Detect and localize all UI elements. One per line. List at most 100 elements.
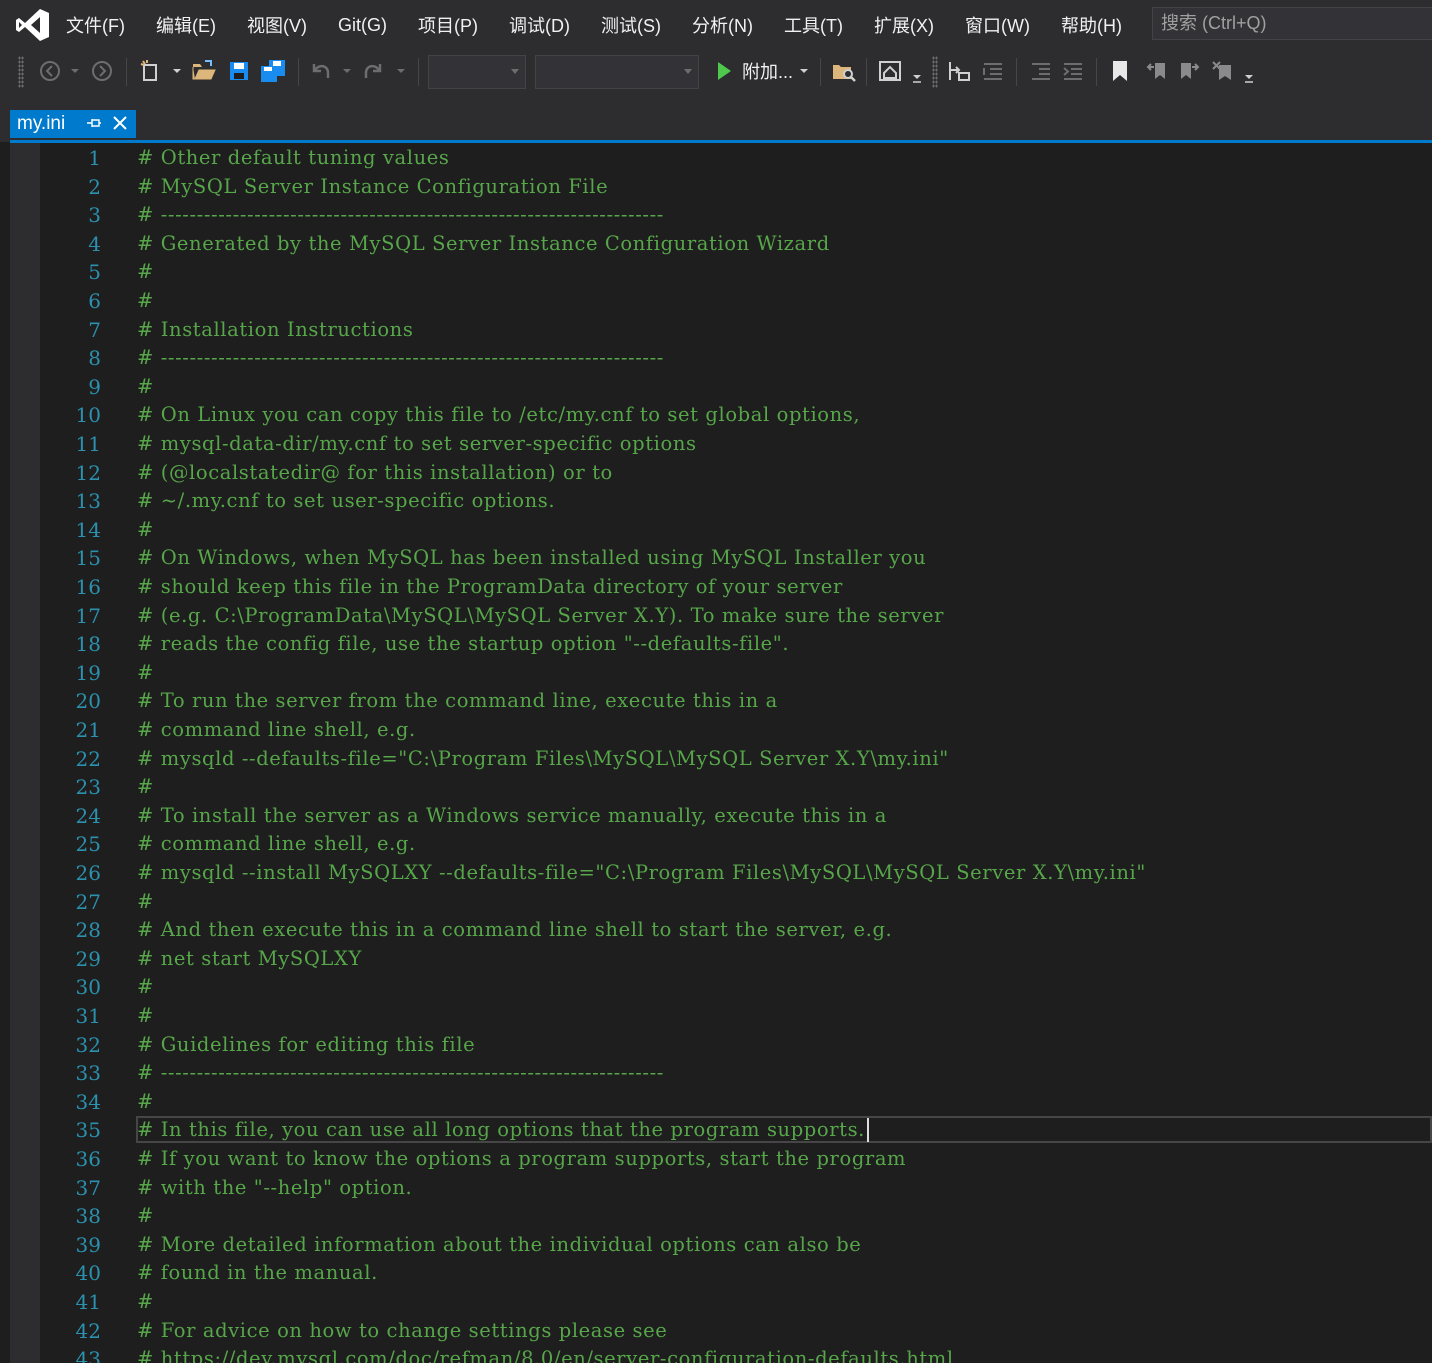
code-line[interactable]: 39 # More detailed information about the … — [10, 1231, 1432, 1260]
code-line[interactable]: 34 # — [10, 1088, 1432, 1117]
search-box[interactable] — [1152, 7, 1432, 40]
menu-item[interactable]: 编辑(E) — [140, 12, 231, 38]
code-text: # command line shell, e.g. — [137, 718, 416, 741]
attach-dropdown-icon[interactable] — [796, 58, 812, 84]
code-line[interactable]: 25 # command line shell, e.g. — [10, 830, 1432, 859]
code-line[interactable]: 12 # (@localstatedir@ for this installati… — [10, 459, 1432, 488]
menu-item[interactable]: 项目(P) — [402, 12, 493, 38]
code-line[interactable]: 19 # — [10, 659, 1432, 688]
line-number: 12 — [75, 460, 101, 485]
save-all-icon[interactable] — [258, 58, 288, 84]
bookmark-icon[interactable] — [1108, 58, 1132, 84]
line-number: 3 — [88, 203, 101, 228]
code-line[interactable]: 31 # — [10, 1002, 1432, 1031]
code-line[interactable]: 32 # Guidelines for editing this file — [10, 1031, 1432, 1060]
solution-explorer-icon[interactable] — [876, 58, 906, 84]
solution-platforms-dropdown[interactable] — [535, 55, 699, 89]
menu-item[interactable]: 帮助(H) — [1045, 12, 1137, 38]
menu-item[interactable]: 视图(V) — [231, 12, 322, 38]
customize-toolbar-icon[interactable] — [910, 64, 924, 90]
code-line[interactable]: 14 # — [10, 516, 1432, 545]
back-icon[interactable] — [38, 58, 62, 84]
code-editor[interactable]: 1 # Other default tuning values 2 # MySQL S… — [10, 143, 1432, 1363]
code-line[interactable]: 28 # And then execute this in a command l… — [10, 916, 1432, 945]
menu-item[interactable]: 扩展(X) — [858, 12, 949, 38]
code-line[interactable]: 1 # Other default tuning values — [10, 144, 1432, 173]
code-line[interactable]: 24 # To install the server as a Windows s… — [10, 802, 1432, 831]
solution-configurations-dropdown[interactable] — [428, 55, 526, 89]
menu-item[interactable]: 测试(S) — [585, 12, 676, 38]
code-line[interactable]: 9 # — [10, 373, 1432, 402]
menu-item[interactable]: 文件(F) — [50, 12, 140, 38]
code-text: # Other default tuning values — [137, 146, 450, 169]
code-line[interactable]: 2 # MySQL Server Instance Configuration F… — [10, 173, 1432, 202]
code-line[interactable]: 21 # command line shell, e.g. — [10, 716, 1432, 745]
prev-bookmark-icon[interactable] — [1144, 58, 1170, 84]
code-line[interactable]: 8 # -------------------------------------… — [10, 344, 1432, 373]
code-line[interactable]: 27 # — [10, 888, 1432, 917]
code-line[interactable]: 13 # ~/.my.cnf to set user-specific optio… — [10, 487, 1432, 516]
code-line[interactable]: 11 # mysql-data-dir/my.cnf to set server-… — [10, 430, 1432, 459]
menu-item[interactable]: 分析(N) — [676, 12, 768, 38]
next-bookmark-icon[interactable] — [1176, 58, 1202, 84]
code-line[interactable]: 26 # mysqld --install MySQLXY --defaults-… — [10, 859, 1432, 888]
redo-dropdown-icon[interactable] — [394, 58, 408, 84]
visual-studio-logo-icon[interactable] — [14, 8, 50, 42]
undo-icon[interactable] — [306, 58, 334, 84]
code-line[interactable]: 20 # To run the server from the command l… — [10, 687, 1432, 716]
code-text: # net start MySQLXY — [137, 946, 362, 970]
code-line[interactable]: 23 # — [10, 773, 1432, 802]
code-line[interactable]: 29 # net start MySQLXY — [10, 945, 1432, 974]
code-line[interactable]: 30 # — [10, 973, 1432, 1002]
find-in-files-icon[interactable] — [830, 58, 858, 84]
menu-item[interactable]: Git(G) — [322, 15, 402, 36]
pin-icon[interactable] — [86, 116, 102, 135]
tab-my-ini[interactable]: my.ini — [10, 110, 136, 138]
code-text: # --------------------------------------… — [137, 1061, 664, 1085]
clear-bookmarks-icon[interactable] — [1210, 58, 1236, 84]
forward-icon[interactable] — [90, 58, 114, 84]
code-line[interactable]: 37 # with the "--help" option. — [10, 1174, 1432, 1203]
code-line[interactable]: 38 # — [10, 1202, 1432, 1231]
code-line[interactable]: 7 # Installation Instructions — [10, 316, 1432, 345]
step-into-icon[interactable] — [946, 58, 972, 84]
code-line[interactable]: 35 # In this file, you can use all long o… — [10, 1116, 1432, 1145]
new-project-dropdown-icon[interactable] — [170, 58, 184, 84]
code-line[interactable]: 42 # For advice on how to change settings… — [10, 1317, 1432, 1346]
start-debug-icon[interactable] — [712, 58, 736, 84]
toolbar-grip[interactable] — [932, 56, 938, 88]
toolbar-overflow-icon[interactable] — [1242, 64, 1256, 90]
code-line[interactable]: 33 # ------------------------------------… — [10, 1059, 1432, 1088]
toolbar-grip[interactable] — [18, 56, 24, 88]
comment-block-icon[interactable] — [980, 58, 1006, 84]
code-line[interactable]: 40 # found in the manual. — [10, 1259, 1432, 1288]
code-line[interactable]: 10 # On Linux you can copy this file to /… — [10, 401, 1432, 430]
open-file-icon[interactable] — [190, 58, 218, 84]
menu-items: 文件(F) 编辑(E) 视图(V) Git(G) 项目(P) 调试(D) 测试(S) 分析(N… — [50, 0, 1137, 50]
code-line[interactable]: 6 # — [10, 287, 1432, 316]
code-line[interactable]: 22 # mysqld --defaults-file="C:\Program F… — [10, 745, 1432, 774]
code-line[interactable]: 3 # -------------------------------------… — [10, 201, 1432, 230]
search-input[interactable] — [1153, 8, 1432, 39]
code-line[interactable]: 36 # If you want to know the options a pr… — [10, 1145, 1432, 1174]
code-line[interactable]: 4 # Generated by the MySQL Server Instanc… — [10, 230, 1432, 259]
save-icon[interactable] — [226, 58, 252, 84]
menu-item[interactable]: 工具(T) — [768, 12, 858, 38]
menu-item[interactable]: 调试(D) — [493, 12, 585, 38]
attach-button[interactable]: 附加... — [742, 58, 793, 84]
outdent-icon[interactable] — [1060, 58, 1086, 84]
back-dropdown-icon[interactable] — [68, 58, 82, 84]
indent-icon[interactable] — [1028, 58, 1054, 84]
new-project-icon[interactable] — [138, 58, 164, 84]
redo-icon[interactable] — [360, 58, 388, 84]
undo-dropdown-icon[interactable] — [340, 58, 354, 84]
code-line[interactable]: 18 # reads the config file, use the start… — [10, 630, 1432, 659]
code-line[interactable]: 41 # — [10, 1288, 1432, 1317]
code-line[interactable]: 5 # — [10, 258, 1432, 287]
menu-item[interactable]: 窗口(W) — [949, 12, 1045, 38]
code-line[interactable]: 15 # On Windows, when MySQL has been inst… — [10, 544, 1432, 573]
code-line[interactable]: 17 # (e.g. C:\ProgramData\MySQL\MySQL Ser… — [10, 602, 1432, 631]
code-line[interactable]: 43 # https://dev.mysql.com/doc/refman/8.0… — [10, 1345, 1432, 1363]
close-icon[interactable] — [112, 115, 128, 136]
code-line[interactable]: 16 # should keep this file in the Program… — [10, 573, 1432, 602]
